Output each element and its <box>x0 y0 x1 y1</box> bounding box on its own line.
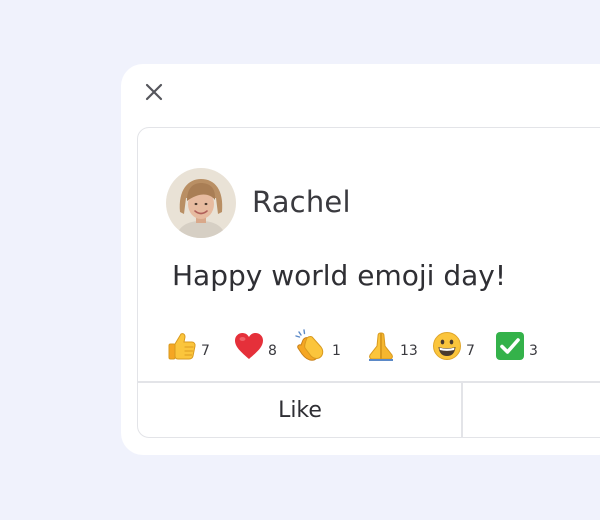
red-heart-icon <box>235 333 263 359</box>
author-name: Rachel <box>252 185 351 219</box>
like-button[interactable]: Like <box>139 383 461 437</box>
reaction-check-mark[interactable]: 3 <box>494 326 538 362</box>
folded-hands-icon <box>369 332 393 361</box>
post-message: Happy world emoji day! <box>172 259 507 292</box>
reaction-count: 7 <box>466 343 475 359</box>
reaction-clapping-hands[interactable]: 1 <box>293 326 341 362</box>
clapping-hands-icon <box>295 329 324 361</box>
reaction-count: 1 <box>332 343 341 359</box>
close-button[interactable] <box>142 80 166 104</box>
avatar-photo <box>166 168 236 238</box>
reaction-grinning-face[interactable]: 7 <box>431 326 475 362</box>
grinning-face-icon <box>433 332 461 360</box>
thumbs-up-icon <box>168 333 196 360</box>
reaction-thumbs-up[interactable]: 7 <box>166 326 210 362</box>
reaction-red-heart[interactable]: 8 <box>233 326 277 362</box>
reaction-count: 8 <box>268 343 277 359</box>
reaction-count: 13 <box>400 343 418 359</box>
close-icon <box>145 83 163 101</box>
reaction-folded-hands[interactable]: 13 <box>365 326 418 362</box>
reaction-count: 7 <box>201 343 210 359</box>
avatar[interactable] <box>166 168 236 238</box>
secondary-action-button[interactable] <box>463 383 600 437</box>
reaction-count: 3 <box>529 343 538 359</box>
check-mark-button-icon <box>496 332 524 360</box>
